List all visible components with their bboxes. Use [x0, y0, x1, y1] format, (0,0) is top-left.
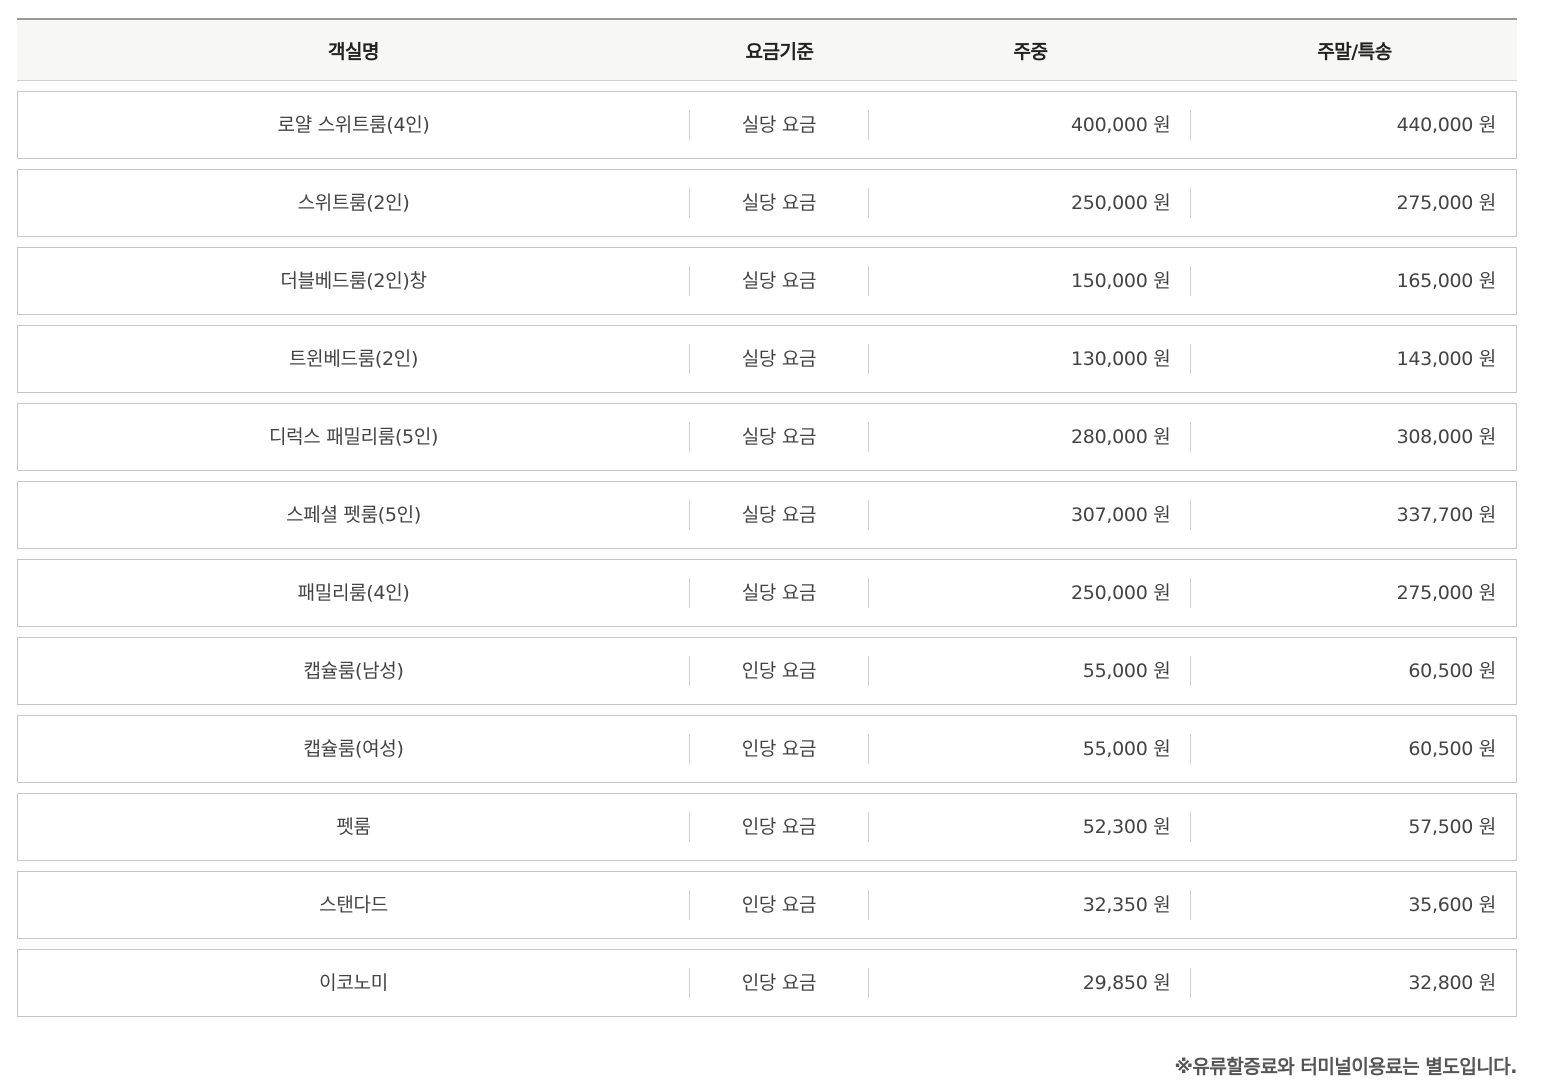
weekday-price-cell: 150,000 원 [869, 266, 1192, 296]
table-header: 객실명 요금기준 주중 주말/특송 [17, 18, 1517, 81]
weekday-price-cell: 55,000 원 [869, 734, 1192, 764]
table-row: 스위트룸(2인) 실당 요금 250,000 원 275,000 원 [17, 169, 1517, 237]
header-room-name: 객실명 [328, 40, 379, 63]
room-name-cell: 캡슐룸(여성) [18, 734, 691, 764]
room-name-cell: 펫룸 [18, 812, 691, 842]
table-row: 이코노미 인당 요금 29,850 원 32,800 원 [17, 949, 1517, 1017]
rate-basis-cell: 실당 요금 [690, 500, 869, 530]
room-name-cell: 트윈베드룸(2인) [18, 344, 691, 374]
header-weekend: 주말/특송 [1317, 40, 1392, 63]
table-row: 캡슐룸(남성) 인당 요금 55,000 원 60,500 원 [17, 637, 1517, 705]
room-name-cell: 캡슐룸(남성) [18, 656, 691, 686]
surcharge-note: ※유류할증료와 터미널이용료는 별도입니다. [1174, 1056, 1517, 1078]
header-rate-basis: 요금기준 [745, 40, 814, 63]
table-row: 캡슐룸(여성) 인당 요금 55,000 원 60,500 원 [17, 715, 1517, 783]
weekend-price-cell: 308,000 원 [1396, 426, 1497, 448]
weekend-price-cell: 60,500 원 [1408, 738, 1496, 760]
weekend-price-cell: 275,000 원 [1396, 192, 1497, 214]
rate-basis-cell: 실당 요금 [690, 266, 869, 296]
table-row: 패밀리룸(4인) 실당 요금 250,000 원 275,000 원 [17, 559, 1517, 627]
weekday-price-cell: 130,000 원 [869, 344, 1192, 374]
weekend-price-cell: 143,000 원 [1396, 348, 1497, 370]
table-row: 스페셜 펫룸(5인) 실당 요금 307,000 원 337,700 원 [17, 481, 1517, 549]
table-row: 더블베드룸(2인)창 실당 요금 150,000 원 165,000 원 [17, 247, 1517, 315]
weekend-price-cell: 275,000 원 [1396, 582, 1497, 604]
header-weekday: 주중 [1013, 40, 1048, 63]
rate-table: 객실명 요금기준 주중 주말/특송 로얄 스위트룸(4인) 실당 요금 400,… [17, 18, 1517, 1027]
rate-basis-cell: 실당 요금 [690, 188, 869, 218]
weekday-price-cell: 55,000 원 [869, 656, 1192, 686]
room-name-cell: 패밀리룸(4인) [18, 578, 691, 608]
weekday-price-cell: 250,000 원 [869, 188, 1192, 218]
weekend-price-cell: 440,000 원 [1396, 114, 1497, 136]
room-name-cell: 스위트룸(2인) [18, 188, 691, 218]
room-name-cell: 더블베드룸(2인)창 [18, 266, 691, 296]
room-name-cell: 로얄 스위트룸(4인) [18, 110, 691, 140]
weekday-price-cell: 250,000 원 [869, 578, 1192, 608]
weekend-price-cell: 32,800 원 [1408, 972, 1496, 994]
rate-basis-cell: 인당 요금 [690, 812, 869, 842]
weekday-price-cell: 280,000 원 [869, 422, 1192, 452]
table-row: 펫룸 인당 요금 52,300 원 57,500 원 [17, 793, 1517, 861]
room-name-cell: 디럭스 패밀리룸(5인) [18, 422, 691, 452]
table-body: 로얄 스위트룸(4인) 실당 요금 400,000 원 440,000 원 스위… [17, 91, 1517, 1017]
table-row: 스탠다드 인당 요금 32,350 원 35,600 원 [17, 871, 1517, 939]
weekday-price-cell: 307,000 원 [869, 500, 1192, 530]
weekend-price-cell: 57,500 원 [1408, 816, 1496, 838]
weekend-price-cell: 337,700 원 [1396, 504, 1497, 526]
rate-basis-cell: 인당 요금 [690, 968, 869, 998]
rate-basis-cell: 실당 요금 [690, 422, 869, 452]
room-name-cell: 이코노미 [18, 968, 691, 998]
rate-basis-cell: 인당 요금 [690, 734, 869, 764]
weekend-price-cell: 35,600 원 [1408, 894, 1496, 916]
rate-basis-cell: 인당 요금 [690, 656, 869, 686]
weekday-price-cell: 400,000 원 [869, 110, 1192, 140]
room-name-cell: 스탠다드 [18, 890, 691, 920]
weekend-price-cell: 165,000 원 [1396, 270, 1497, 292]
table-row: 로얄 스위트룸(4인) 실당 요금 400,000 원 440,000 원 [17, 91, 1517, 159]
table-row: 트윈베드룸(2인) 실당 요금 130,000 원 143,000 원 [17, 325, 1517, 393]
rate-basis-cell: 실당 요금 [690, 110, 869, 140]
rate-basis-cell: 실당 요금 [690, 344, 869, 374]
weekday-price-cell: 32,350 원 [869, 890, 1192, 920]
room-name-cell: 스페셜 펫룸(5인) [18, 500, 691, 530]
rate-basis-cell: 인당 요금 [690, 890, 869, 920]
weekday-price-cell: 52,300 원 [869, 812, 1192, 842]
weekday-price-cell: 29,850 원 [869, 968, 1192, 998]
weekend-price-cell: 60,500 원 [1408, 660, 1496, 682]
table-row: 디럭스 패밀리룸(5인) 실당 요금 280,000 원 308,000 원 [17, 403, 1517, 471]
rate-basis-cell: 실당 요금 [690, 578, 869, 608]
